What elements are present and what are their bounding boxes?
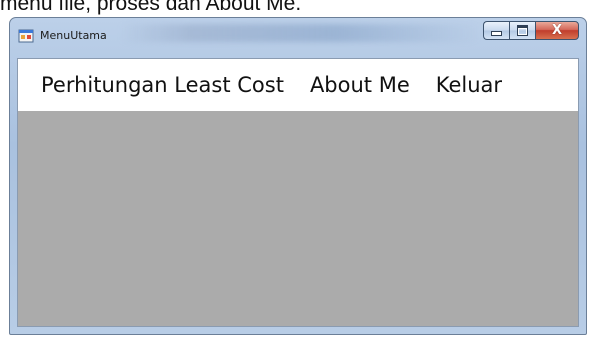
mdi-container [18, 111, 578, 326]
maximize-button[interactable] [509, 21, 535, 40]
app-form-icon [18, 29, 34, 43]
caption-text: menu file, proses dan About Me. [0, 0, 302, 15]
menu-item-perhitungan-least-cost[interactable]: Perhitungan Least Cost [18, 59, 297, 111]
minimize-button[interactable] [483, 21, 509, 40]
close-button[interactable]: X [535, 21, 579, 40]
window-controls: X [483, 21, 579, 41]
close-icon: X [551, 23, 563, 38]
title-bar[interactable]: MenuUtama X [10, 18, 586, 58]
app-window: MenuUtama X Perhitungan Least Cost About… [9, 17, 587, 335]
client-area: Perhitungan Least Cost About Me Keluar [17, 58, 579, 327]
window-title: MenuUtama [40, 29, 107, 42]
title-bar-blur [120, 24, 480, 42]
menu-item-keluar[interactable]: Keluar [423, 59, 515, 111]
menu-item-about-me[interactable]: About Me [297, 59, 423, 111]
minimize-icon [491, 31, 502, 36]
menu-bar: Perhitungan Least Cost About Me Keluar [18, 59, 578, 112]
maximize-icon [517, 25, 528, 36]
